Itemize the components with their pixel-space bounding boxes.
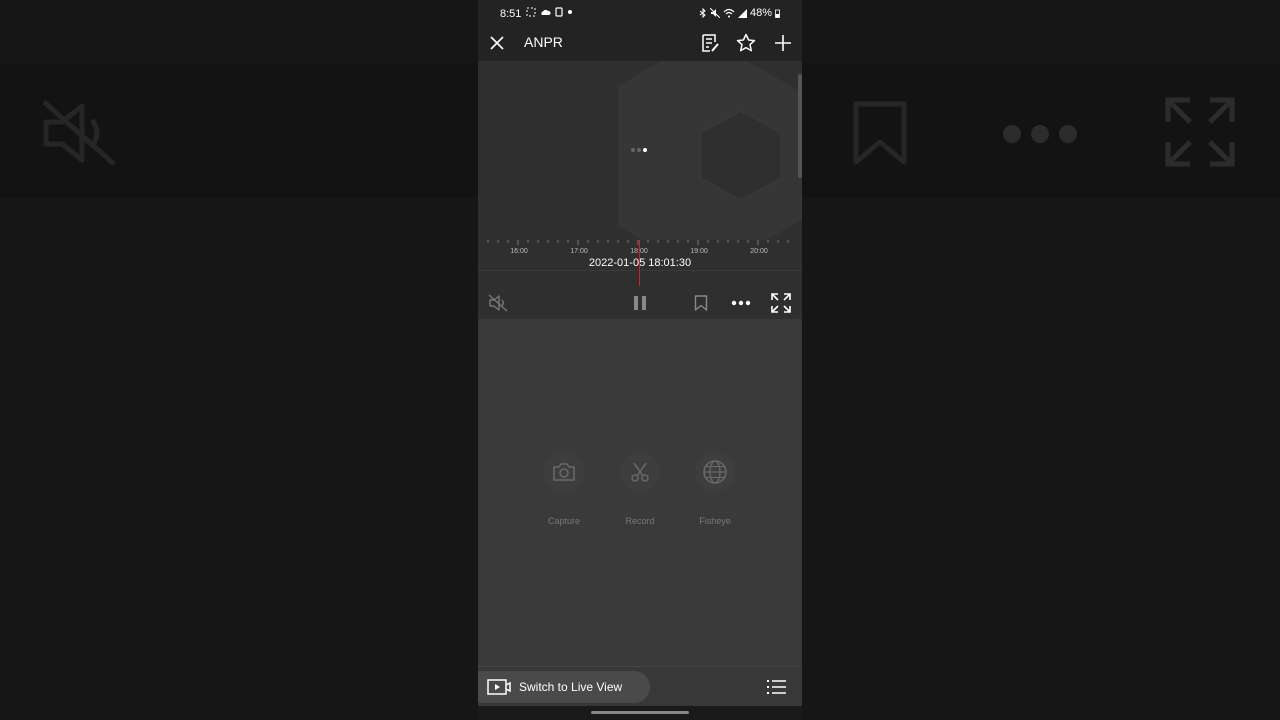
tick-label: 17:00 [570,248,588,255]
status-right-icons: 48% [699,7,780,19]
status-left-icons [526,7,573,17]
plus-icon [775,35,791,51]
tick-label: 19:00 [690,248,708,255]
close-button[interactable] [485,31,509,55]
live-view-icon [487,679,511,695]
fisheye-button[interactable] [695,452,735,492]
cloud-icon [541,9,551,15]
bg-mute-icon [42,100,116,166]
home-indicator[interactable] [591,711,689,714]
edit-list-button[interactable] [698,31,722,55]
app-bar: ANPR [478,26,802,61]
capture-label: Capture [547,516,581,526]
timeline-baseline [478,270,802,271]
more-button[interactable] [730,292,752,314]
edit-list-icon [702,34,719,52]
scrollbar-thumb[interactable] [798,74,802,178]
mute-icon [488,294,508,312]
fullscreen-button[interactable] [770,292,792,314]
wifi-icon [723,8,735,18]
bg-fullscreen-icon [1165,97,1235,167]
status-bar: 8:51 48% [478,0,802,26]
bg-bookmark-icon [853,101,907,165]
bg-more-icon [1003,125,1077,143]
status-time: 8:51 [500,8,522,20]
record-tool[interactable]: Record [615,452,665,526]
camera-icon [553,463,575,481]
pause-button[interactable] [629,292,651,314]
fisheye-label: Fisheye [699,516,731,526]
channel-list-button[interactable] [766,677,788,697]
notification-icon [555,7,563,17]
dot-icon [568,10,572,14]
playback-timeline[interactable]: 16:00 17:00 18:00 19:00 20:00 2022-01-05… [478,240,802,286]
screenshot-icon [526,7,536,17]
switch-live-view-label: Switch to Live View [519,680,623,694]
playback-controls [478,286,802,319]
mute-button[interactable] [487,292,509,314]
list-icon [767,680,786,694]
tick-label: 20:00 [750,248,768,255]
record-button[interactable] [620,452,660,492]
fullscreen-icon [771,293,791,313]
bookmark-icon [694,295,708,311]
bluetooth-icon [699,8,706,18]
timeline-ticks [487,240,789,245]
favorite-button[interactable] [734,31,758,55]
star-icon [736,33,756,52]
loading-indicator [631,148,647,152]
battery-level: 48% [749,7,772,19]
capture-button[interactable] [544,452,584,492]
more-icon [731,300,751,306]
tick-label: 16:00 [510,248,528,255]
switch-live-view-button[interactable]: Switch to Live View [478,671,650,703]
scissors-icon [631,462,649,482]
battery-icon [775,9,780,18]
bookmark-button[interactable] [690,292,712,314]
fisheye-tool[interactable]: Fisheye [690,452,740,526]
add-button[interactable] [771,31,795,55]
gesture-nav-area [478,706,802,720]
phone-screen: 8:51 48% ANPR 16:00 17:00 19:00 20:00 20… [478,0,802,720]
globe-icon [703,460,727,484]
signal-icon [737,8,747,18]
capture-tool[interactable]: Capture [539,452,589,526]
record-label: Record [625,516,655,526]
pause-icon [634,296,646,310]
playback-timestamp: 2022-01-05 18:01:30 [588,257,692,269]
close-icon [490,36,504,50]
mute-status-icon [709,8,720,18]
page-title: ANPR [524,34,563,50]
timeline-cursor[interactable] [639,240,640,286]
